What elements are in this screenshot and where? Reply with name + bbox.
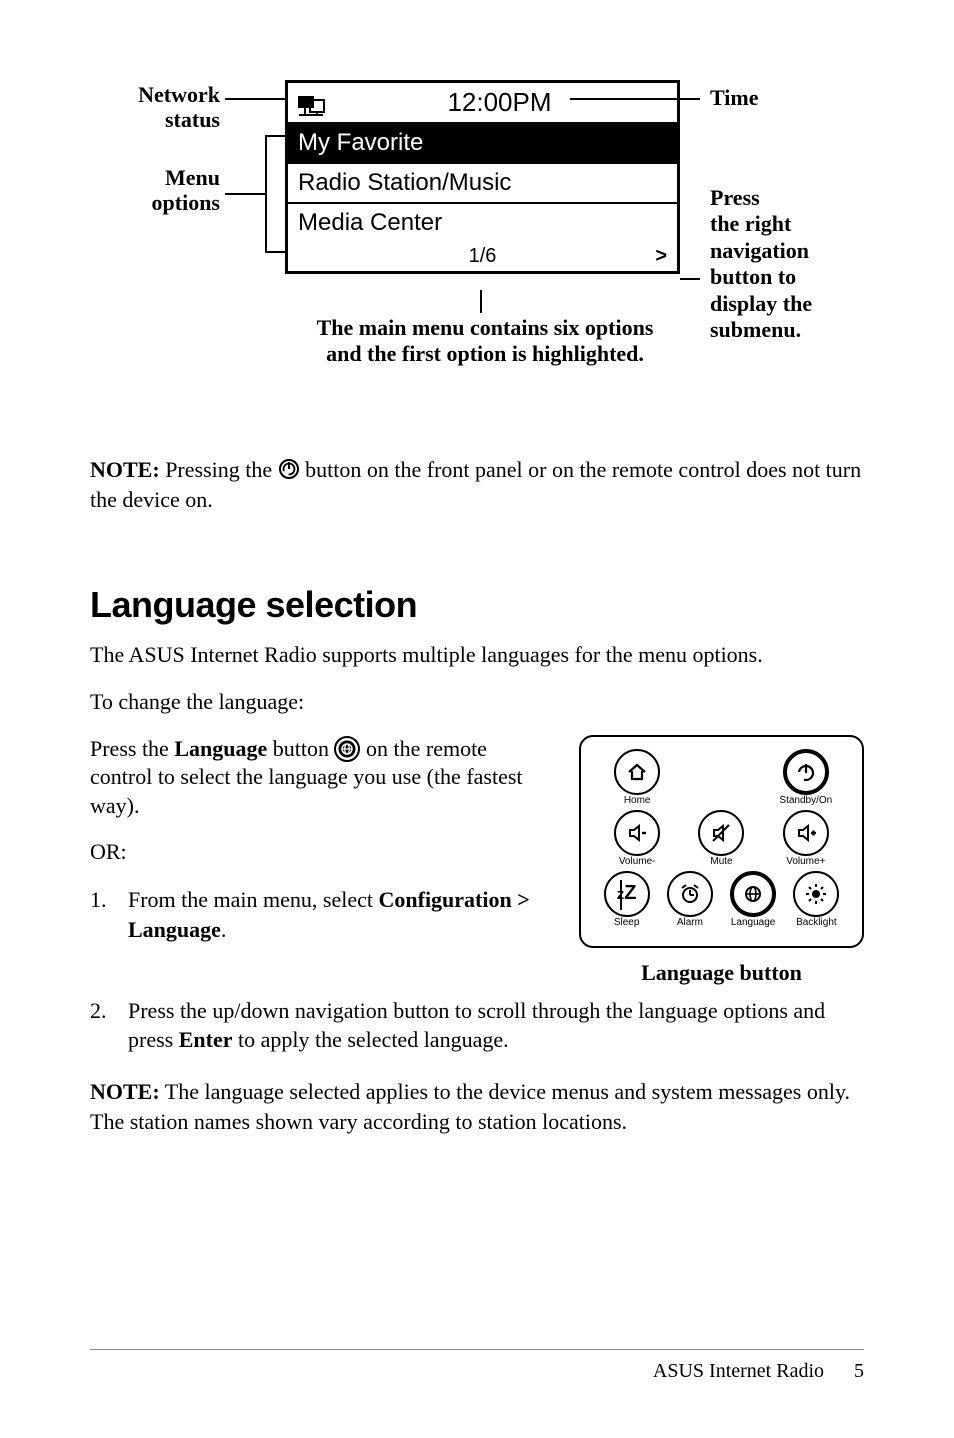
remote-caption: Language button xyxy=(579,960,864,986)
language-button-icon xyxy=(334,736,360,762)
remote-label-standby: Standby/On xyxy=(776,795,836,806)
device-screen: 12:00PM My Favorite Radio Station/Music … xyxy=(285,80,680,274)
label-press-right: Press the right navigation button to dis… xyxy=(710,185,812,343)
text-part: Press the xyxy=(90,736,174,761)
remote-label-voldown: Volume- xyxy=(607,856,667,867)
remote-label-volup: Volume+ xyxy=(776,856,836,867)
label-menu-options: Menu options xyxy=(90,165,220,216)
remote-label-alarm: Alarm xyxy=(665,917,715,928)
note-language-scope: NOTE: The language selected applies to t… xyxy=(90,1077,864,1136)
label-time: Time xyxy=(710,85,758,111)
power-icon xyxy=(278,458,300,480)
remote-control-diagram: Home Standby/On Volume- Mute Volume+ zZ xyxy=(579,735,864,948)
note-press-power: NOTE: Pressing the button on the front p… xyxy=(90,455,864,514)
step-2: Press the up/down navigation button to s… xyxy=(90,996,864,1055)
remote-volume-down-button xyxy=(614,810,660,856)
remote-label-backlight: Backlight xyxy=(791,917,841,928)
footer-product: ASUS Internet Radio xyxy=(653,1360,824,1382)
page-indicator: 1/6 xyxy=(469,245,497,268)
screen-time: 12:00PM xyxy=(330,87,669,118)
step-text: to apply the selected language. xyxy=(232,1027,508,1052)
connector-line xyxy=(620,880,622,910)
menu-row-selected: My Favorite xyxy=(288,124,677,164)
nav-arrow: > xyxy=(496,245,667,268)
network-status-icon xyxy=(296,90,330,116)
remote-mute-button xyxy=(698,810,744,856)
remote-label-home: Home xyxy=(607,795,667,806)
step-text: . xyxy=(221,917,227,942)
remote-alarm-button xyxy=(667,871,713,917)
remote-language-button-highlighted xyxy=(730,871,776,917)
page-footer: ASUS Internet Radio 5 xyxy=(90,1349,864,1383)
remote-label-sleep: Sleep xyxy=(602,917,652,928)
connector-line xyxy=(225,98,285,100)
step-1: From the main menu, select Configuration… xyxy=(90,885,554,944)
note-text: The language selected applies to the dev… xyxy=(90,1079,850,1134)
menu-bracket xyxy=(265,135,285,253)
remote-label-language: Language xyxy=(728,917,778,928)
diagram-caption: The main menu contains six options and t… xyxy=(300,315,670,368)
device-screen-diagram: Network status Menu options 12:00PM My F… xyxy=(90,80,864,420)
change-lang-lead: To change the language: xyxy=(90,688,864,717)
remote-home-button xyxy=(614,749,660,795)
connector-line xyxy=(225,193,265,195)
note-text: Pressing the xyxy=(160,457,278,482)
connector-line xyxy=(680,278,700,280)
note-label: NOTE: xyxy=(90,1079,160,1104)
step-bold: Enter xyxy=(179,1027,233,1052)
connector-line xyxy=(480,290,482,313)
step-text: From the main menu, select xyxy=(128,887,379,912)
menu-row: Media Center xyxy=(288,204,677,242)
screen-footer: 1/6 > xyxy=(288,242,677,271)
label-network-status: Network status xyxy=(90,82,220,133)
remote-backlight-button xyxy=(793,871,839,917)
press-language-paragraph: Press the Language button on the remote … xyxy=(90,735,554,821)
remote-power-button xyxy=(783,749,829,795)
or-text: OR: xyxy=(90,838,554,867)
remote-label-mute: Mute xyxy=(691,856,751,867)
button-name-bold: Language xyxy=(174,736,267,761)
note-label: NOTE: xyxy=(90,457,160,482)
menu-row: Radio Station/Music xyxy=(288,164,677,204)
intro-paragraph: The ASUS Internet Radio supports multipl… xyxy=(90,641,864,670)
section-heading: Language selection xyxy=(90,584,864,626)
connector-line xyxy=(570,98,700,100)
screen-statusbar: 12:00PM xyxy=(288,83,677,124)
text-part: button xyxy=(267,736,334,761)
footer-page-number: 5 xyxy=(854,1360,864,1382)
remote-volume-up-button xyxy=(783,810,829,856)
remote-sleep-button: zZ xyxy=(604,871,650,917)
